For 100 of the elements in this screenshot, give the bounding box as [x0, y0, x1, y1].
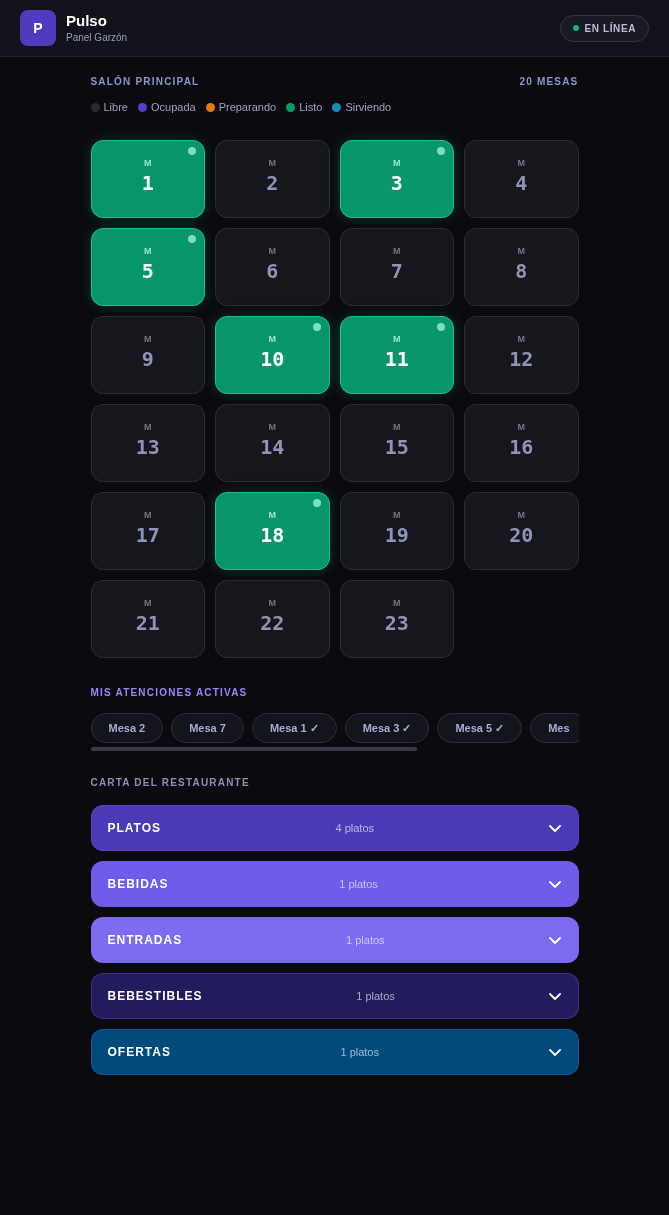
table-prefix: M: [517, 158, 525, 169]
table-number: 12: [509, 347, 534, 371]
section-title: CARTA DEL RESTAURANTE: [90, 776, 250, 790]
category-accordion[interactable]: BEBESTIBLES 1 platos: [90, 973, 579, 1019]
table-prefix: M: [517, 510, 525, 521]
app-subtitle: Panel Garzón: [66, 32, 128, 44]
chevron-down-icon: [548, 880, 561, 888]
scrollbar[interactable]: [90, 747, 417, 751]
table-number: 21: [135, 611, 160, 635]
table-tile[interactable]: M 11: [339, 316, 454, 394]
status-label: EN LÍNEA: [584, 22, 636, 34]
table-tile[interactable]: M 22: [215, 580, 330, 658]
table-prefix: M: [517, 422, 525, 433]
table-prefix: M: [144, 246, 152, 257]
legend-label: Listo: [299, 101, 323, 113]
chevron-down-icon: [548, 936, 561, 944]
table-tile[interactable]: M 8: [464, 228, 579, 306]
legend-label: Preparando: [218, 101, 277, 113]
ready-dot-icon: [437, 147, 445, 155]
table-number: 15: [384, 435, 409, 459]
table-number: 10: [260, 347, 285, 371]
table-prefix: M: [393, 246, 401, 257]
chevron-down-icon: [548, 992, 561, 1000]
table-chip[interactable]: Mes: [530, 713, 579, 743]
legend-label: Libre: [103, 101, 128, 113]
table-prefix: M: [144, 422, 152, 433]
table-number: 13: [135, 435, 160, 459]
ready-dot-icon: [188, 235, 196, 243]
table-prefix: M: [268, 422, 276, 433]
table-tile[interactable]: M 21: [90, 580, 205, 658]
table-tile[interactable]: M 6: [215, 228, 330, 306]
table-number: 17: [135, 523, 160, 547]
table-prefix: M: [393, 422, 401, 433]
table-tile[interactable]: M 16: [464, 404, 579, 482]
table-prefix: M: [393, 510, 401, 521]
table-chip[interactable]: Mesa 1 ✓: [251, 713, 337, 743]
table-number: 16: [509, 435, 534, 459]
table-tile[interactable]: M 4: [464, 140, 579, 218]
table-prefix: M: [268, 510, 276, 521]
legend-label: Sirviendo: [345, 101, 392, 113]
table-number: 4: [515, 171, 528, 195]
table-prefix: M: [268, 246, 276, 257]
chevron-down-icon: [548, 824, 561, 832]
table-prefix: M: [517, 246, 525, 257]
table-number: 23: [384, 611, 409, 635]
table-tile[interactable]: M 18: [215, 492, 330, 570]
table-number: 6: [266, 259, 279, 283]
section-title: MIS ATENCIONES ACTIVAS: [90, 686, 248, 700]
table-prefix: M: [144, 334, 152, 345]
table-prefix: M: [144, 510, 152, 521]
table-tile[interactable]: M 23: [339, 580, 454, 658]
table-tile[interactable]: M 7: [339, 228, 454, 306]
table-chip[interactable]: Mesa 7: [171, 713, 244, 743]
table-tile[interactable]: M 15: [339, 404, 454, 482]
table-prefix: M: [393, 334, 401, 345]
category-accordion[interactable]: BEBIDAS 1 platos: [90, 861, 579, 907]
ready-dot-icon: [188, 147, 196, 155]
table-number: 1: [141, 171, 154, 195]
table-number: 18: [260, 523, 285, 547]
table-tile[interactable]: M 5: [90, 228, 205, 306]
ready-dot-icon: [312, 499, 321, 507]
table-prefix: M: [144, 598, 152, 609]
table-tile[interactable]: M 14: [215, 404, 330, 482]
table-tile[interactable]: M 3: [339, 140, 454, 218]
table-number: 7: [390, 259, 403, 283]
table-prefix: M: [393, 158, 401, 169]
table-tile[interactable]: M 2: [215, 140, 330, 218]
category-accordion[interactable]: OFERTAS 1 platos: [90, 1029, 579, 1075]
category-accordion[interactable]: PLATOS 4 platos: [90, 805, 579, 851]
table-tile[interactable]: M 9: [90, 316, 205, 394]
table-tile[interactable]: M 19: [339, 492, 454, 570]
table-tile[interactable]: M 20: [464, 492, 579, 570]
app-title: Pulso: [66, 12, 108, 29]
category-accordion[interactable]: ENTRADAS 1 platos: [90, 917, 579, 963]
ready-dot-icon: [312, 323, 321, 331]
section-title: SALÓN PRINCIPAL: [90, 75, 200, 89]
table-tile[interactable]: M 10: [215, 316, 330, 394]
table-prefix: M: [268, 598, 276, 609]
table-number: 20: [509, 523, 534, 547]
table-chip[interactable]: Mesa 2: [90, 713, 164, 743]
table-number: 9: [141, 347, 154, 371]
table-tile[interactable]: M 17: [90, 492, 205, 570]
table-number: 11: [384, 347, 409, 371]
table-tile[interactable]: M 12: [464, 316, 579, 394]
table-count: 20 MESAS: [519, 75, 579, 89]
table-number: 19: [384, 523, 409, 547]
app-logo: P: [20, 10, 56, 46]
table-prefix: M: [268, 334, 276, 345]
table-number: 3: [390, 171, 403, 195]
table-chip[interactable]: Mesa 5 ✓: [437, 713, 523, 743]
legend-label: Ocupada: [150, 101, 196, 113]
table-prefix: M: [268, 158, 276, 169]
table-chip[interactable]: Mesa 3 ✓: [344, 713, 430, 743]
table-tile[interactable]: M 13: [90, 404, 205, 482]
table-number: 22: [260, 611, 285, 635]
table-tile[interactable]: M 1: [90, 140, 205, 218]
ready-dot-icon: [437, 323, 445, 331]
table-prefix: M: [517, 334, 525, 345]
table-number: 8: [515, 259, 528, 283]
table-number: 5: [141, 259, 154, 283]
